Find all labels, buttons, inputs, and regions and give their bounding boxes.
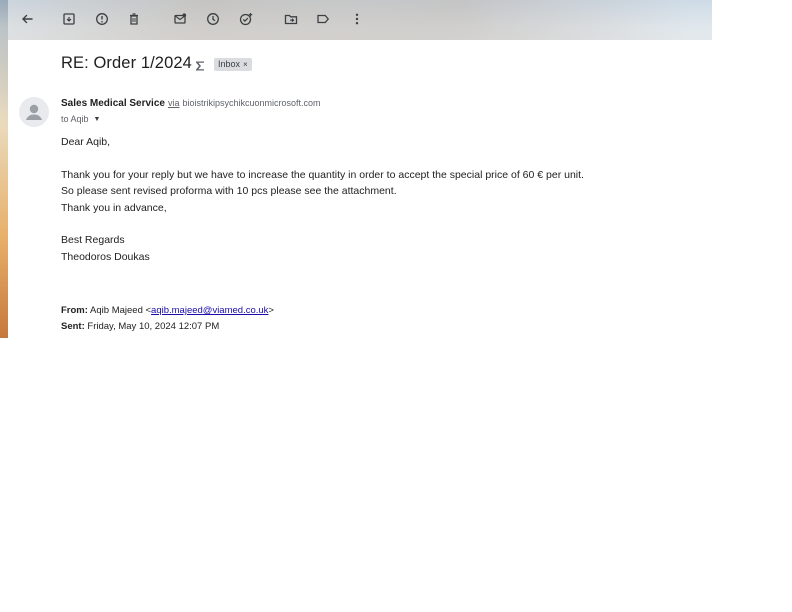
from-email-link[interactable]: aqib.majeed@viamed.co.uk — [151, 305, 268, 316]
closing: Best Regards — [61, 234, 125, 246]
sender-line: Sales Medical Service via bioistrikipsychi… — [61, 98, 321, 109]
archive-icon[interactable] — [61, 11, 77, 27]
add-task-icon[interactable] — [238, 11, 254, 27]
sent-label: Sent: — [61, 321, 85, 332]
thread-summary-icon[interactable] — [194, 59, 206, 71]
mail-toolbar — [8, 0, 712, 40]
body-line: So please sent revised proforma with 10 … — [61, 185, 397, 197]
delete-icon[interactable] — [126, 11, 142, 27]
remove-label-icon[interactable]: × — [243, 58, 248, 71]
email-subject: RE: Order 1/2024 — [61, 54, 192, 72]
inbox-label-text: Inbox — [218, 59, 241, 69]
sender-domain: bioistrikipsychikcuonmicrosoft.com — [182, 98, 321, 108]
show-details-chevron-down-icon[interactable]: ▼ — [94, 116, 101, 123]
quoted-header: From: Aqib Majeed <aqib.majeed@viamed.co… — [61, 305, 274, 332]
from-name: Aqib Majeed — [90, 305, 143, 316]
signature: Theodoros Doukas — [61, 250, 150, 263]
greeting: Dear Aqib, — [61, 136, 111, 148]
email-body: Dear Aqib, Thank you for your reply but … — [61, 134, 584, 265]
report-spam-icon[interactable] — [94, 11, 110, 27]
back-arrow-icon[interactable] — [19, 11, 35, 27]
from-label: From: — [61, 305, 88, 316]
recipient-text: to Aqib — [61, 114, 89, 124]
avatar — [19, 97, 49, 127]
via-link[interactable]: via — [168, 98, 180, 108]
move-to-icon[interactable] — [283, 11, 299, 27]
body-line: Thank you in advance, — [61, 201, 167, 214]
more-options-icon[interactable] — [349, 11, 365, 27]
mark-unread-icon[interactable] — [172, 11, 188, 27]
recipient-line: to Aqib ▼ — [61, 114, 100, 124]
snooze-icon[interactable] — [205, 11, 221, 27]
inbox-label-chip[interactable]: Inbox × — [214, 58, 252, 71]
screenshot-region: RE: Order 1/2024 Inbox × Sales Medical S… — [0, 0, 712, 338]
body-line: Thank you for your reply but we have to … — [61, 168, 584, 181]
sent-value: Friday, May 10, 2024 12:07 PM — [87, 321, 220, 332]
label-icon[interactable] — [315, 11, 331, 27]
sender-name[interactable]: Sales Medical Service — [61, 98, 165, 109]
